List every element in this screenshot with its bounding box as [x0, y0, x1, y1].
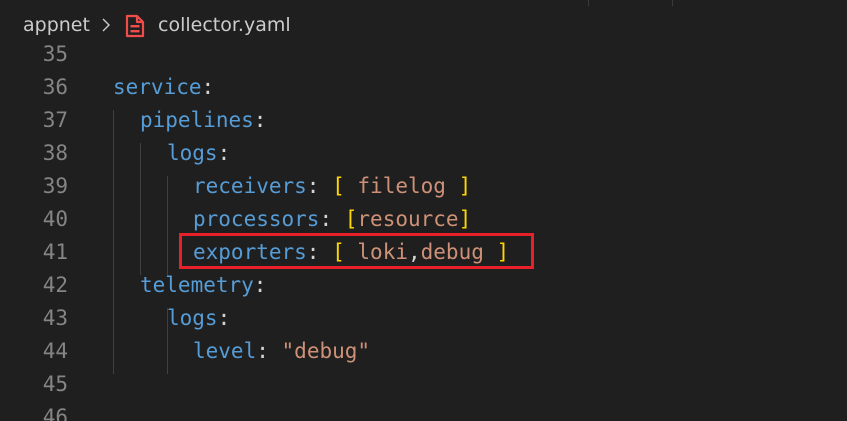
yaml-value: resource: [357, 207, 459, 231]
yaml-value: filelog: [344, 174, 459, 198]
breadcrumb-folder[interactable]: appnet: [23, 14, 90, 36]
code-line: 43 logs:: [0, 302, 847, 335]
line-number: 41: [42, 240, 68, 264]
code-editor[interactable]: 35 36 service: 37 pipelines: 38 logs: 39…: [0, 42, 847, 421]
code-line: 38 logs:: [0, 137, 847, 170]
close-bracket: ]: [458, 174, 472, 198]
open-bracket: [: [344, 207, 358, 231]
line-number: 40: [42, 207, 68, 231]
line-number: 46: [42, 405, 68, 421]
tab-divider: [672, 0, 673, 6]
line-number: 42: [42, 273, 68, 297]
highlight-annotation-box: [179, 233, 534, 269]
colon: :: [201, 75, 215, 99]
line-number: 37: [42, 108, 68, 132]
line-number: 36: [42, 75, 68, 99]
colon: :: [256, 339, 269, 363]
code-line: 35: [0, 38, 847, 71]
line-number: 44: [42, 339, 68, 363]
yaml-key: pipelines: [140, 108, 254, 132]
line-number: 43: [42, 306, 68, 330]
code-line: 36 service:: [0, 71, 847, 104]
yaml-key: logs: [167, 141, 218, 165]
line-number: 35: [42, 42, 68, 66]
colon: :: [319, 207, 333, 231]
code-line: 46: [0, 401, 847, 421]
yaml-key: processors: [193, 207, 320, 231]
code-line: 37 pipelines:: [0, 104, 847, 137]
line-number: 45: [42, 372, 68, 396]
code-line: 42 telemetry:: [0, 269, 847, 302]
open-bracket: [: [332, 174, 345, 198]
tab-divider: [588, 0, 589, 6]
line-number: 38: [42, 141, 68, 165]
yaml-key: service: [113, 75, 202, 99]
code-line: 45: [0, 368, 847, 401]
code-line: 39 receivers: [ filelog ]: [0, 170, 847, 203]
colon: :: [306, 174, 320, 198]
colon: :: [253, 108, 267, 132]
yaml-key: level: [193, 339, 257, 363]
breadcrumb-file[interactable]: collector.yaml: [158, 14, 291, 36]
code-line: 40 processors: [resource]: [0, 203, 847, 236]
yaml-key: receivers: [193, 174, 307, 198]
yaml-key: telemetry: [140, 273, 254, 297]
code-line: 44 level: "debug": [0, 335, 847, 368]
editor-window: appnet collector.yaml 35 36 service: 37 …: [0, 0, 847, 421]
close-bracket: ]: [458, 207, 472, 231]
yaml-key: logs: [167, 306, 218, 330]
colon: :: [217, 141, 231, 165]
chevron-right-icon: [102, 18, 110, 32]
colon: :: [217, 306, 231, 330]
line-number: 39: [42, 174, 68, 198]
yaml-file-icon: [125, 14, 145, 38]
yaml-value: "debug": [281, 339, 371, 363]
colon: :: [253, 273, 267, 297]
